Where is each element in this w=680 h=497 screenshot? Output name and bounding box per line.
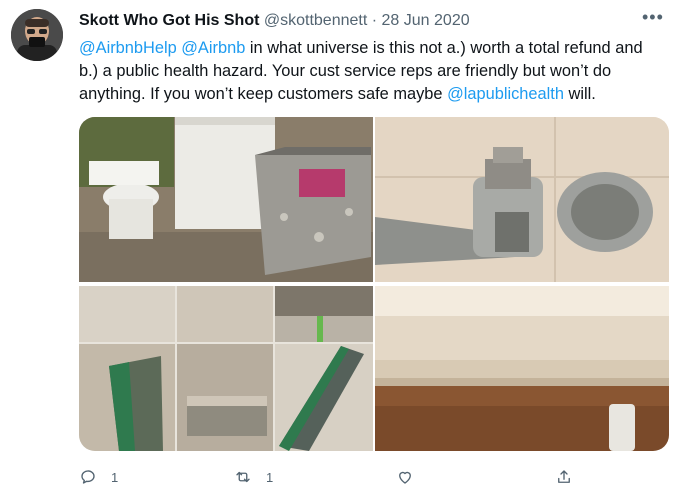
reply-button[interactable]: 1 [79, 465, 118, 489]
retweet-icon [236, 471, 250, 483]
tweet[interactable]: Skott Who Got His Shot @skottbennett · 2… [0, 0, 680, 497]
user-handle[interactable]: @skottbennett [264, 12, 367, 29]
avatar[interactable] [11, 9, 63, 61]
tweet-header: Skott Who Got His Shot @skottbennett · 2… [79, 12, 470, 30]
share-button[interactable] [555, 465, 587, 489]
action-bar: 1 1 [79, 465, 599, 489]
display-name[interactable]: Skott Who Got His Shot [79, 12, 259, 29]
avatar-photo [11, 9, 63, 61]
photo-faucet-closeup[interactable] [375, 117, 669, 282]
tweet-text: @AirbnbHelp @Airbnb in what universe is … [79, 37, 664, 106]
separator-dot: · [371, 12, 378, 29]
mention-airbnbhelp[interactable]: @AirbnbHelp [79, 39, 177, 57]
mention-lapublichealth[interactable]: @lapublichealth [447, 85, 564, 103]
photo-sponges-collage[interactable] [79, 286, 373, 451]
tweet-text-segment: will. [563, 85, 596, 103]
retweet-count: 1 [266, 469, 274, 485]
more-options-icon[interactable]: ••• [642, 8, 664, 26]
heart-icon [399, 471, 411, 484]
reply-icon [81, 470, 95, 484]
media-grid [79, 117, 669, 451]
retweet-button[interactable]: 1 [234, 465, 273, 489]
tweet-date[interactable]: 28 Jun 2020 [382, 12, 470, 29]
mention-airbnb[interactable]: @Airbnb [181, 39, 245, 57]
share-icon [558, 470, 570, 483]
photo-toilet-and-debris[interactable] [79, 117, 373, 282]
like-button[interactable] [396, 465, 428, 489]
reply-count: 1 [111, 469, 119, 485]
photo-baseboard-closeup[interactable] [375, 286, 669, 451]
